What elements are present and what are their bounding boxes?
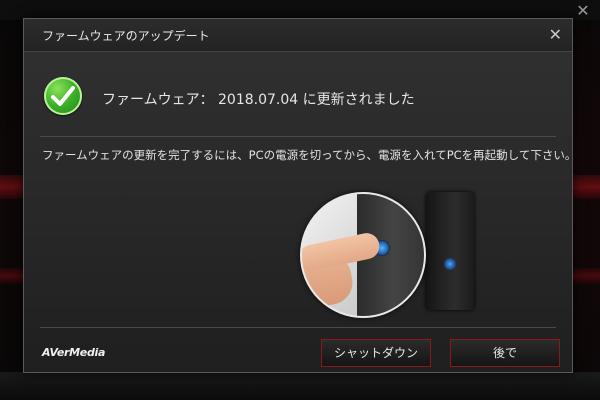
power-press-zoom-image	[300, 192, 426, 318]
firmware-update-dialog: ファームウェアのアップデート ✕ ファームウェア： 2018.07.04 に更新…	[23, 18, 577, 373]
divider-bottom	[40, 327, 556, 328]
pc-tower-image	[426, 192, 474, 310]
update-status-headline: ファームウェア： 2018.07.04 に更新されました	[102, 92, 415, 108]
avermedia-logo: AVerMedia	[42, 346, 106, 359]
background-topbar	[0, 0, 600, 20]
pc-power-led	[444, 258, 456, 270]
shutdown-button[interactable]: シャットダウン	[321, 339, 431, 367]
restart-instruction: ファームウェアの更新を完了するには、PCの電源を切ってから、電源を入れてPCを再…	[42, 148, 577, 162]
dialog-title: ファームウェアのアップデート	[42, 29, 210, 43]
background-bottom-bar	[0, 372, 600, 400]
divider-top	[40, 136, 556, 137]
dialog-titlebar: ファームウェアのアップデート ✕	[24, 19, 572, 52]
background-close-icon[interactable]: ✕	[576, 3, 590, 19]
checkmark-icon	[44, 77, 82, 115]
power-button-illustration	[294, 184, 504, 324]
later-button[interactable]: 後で	[450, 339, 560, 367]
close-icon[interactable]: ✕	[549, 25, 562, 44]
